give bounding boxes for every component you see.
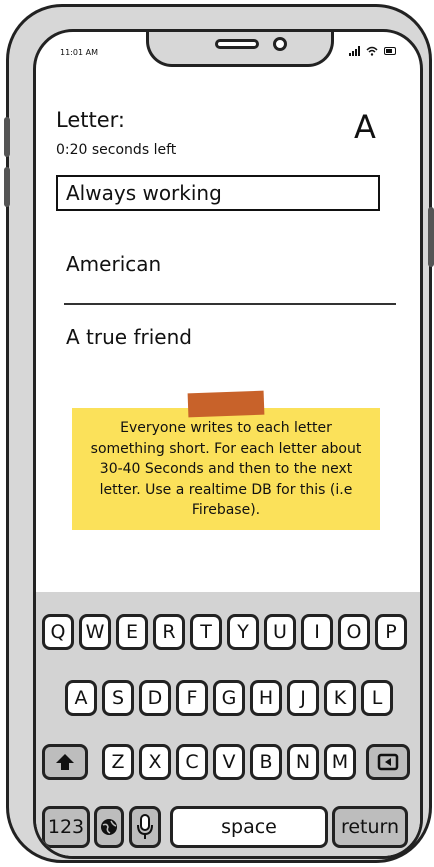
backspace-icon xyxy=(377,753,399,771)
key-k[interactable]: K xyxy=(324,680,356,716)
numbers-key[interactable]: 123 xyxy=(42,806,90,848)
key-g[interactable]: G xyxy=(213,680,245,716)
key-r[interactable]: R xyxy=(153,614,185,650)
wifi-icon xyxy=(366,46,378,56)
microphone-icon xyxy=(137,814,153,839)
key-n[interactable]: N xyxy=(287,744,319,780)
answer-input[interactable]: Always working xyxy=(56,175,380,211)
key-l[interactable]: L xyxy=(361,680,393,716)
shift-key[interactable] xyxy=(42,744,88,780)
shift-arrow-icon xyxy=(56,754,74,770)
answer-item: American xyxy=(66,252,162,276)
key-d[interactable]: D xyxy=(139,680,171,716)
key-o[interactable]: O xyxy=(338,614,370,650)
key-b[interactable]: B xyxy=(250,744,282,780)
status-icons xyxy=(349,46,396,56)
space-key[interactable]: space xyxy=(170,806,328,848)
key-f[interactable]: F xyxy=(176,680,208,716)
sticky-note: Everyone writes to each letter something… xyxy=(72,408,380,530)
key-z[interactable]: Z xyxy=(102,744,134,780)
key-w[interactable]: W xyxy=(79,614,111,650)
current-letter: A xyxy=(354,108,376,146)
signal-icon xyxy=(349,46,360,56)
key-s[interactable]: S xyxy=(102,680,134,716)
key-p[interactable]: P xyxy=(375,614,407,650)
countdown-timer: 0:20 seconds left xyxy=(56,142,177,158)
power-button xyxy=(428,207,434,267)
globe-icon xyxy=(101,819,117,835)
tape-strip xyxy=(187,390,265,418)
key-c[interactable]: C xyxy=(176,744,208,780)
letter-label: Letter: xyxy=(56,108,125,132)
key-q[interactable]: Q xyxy=(42,614,74,650)
battery-icon xyxy=(384,47,396,55)
phone-frame: 11:01 AM Letter: 0:20 seconds left A Alw… xyxy=(4,4,434,863)
notch xyxy=(146,32,334,67)
key-v[interactable]: V xyxy=(213,744,245,780)
keyboard: Q W E R T Y U I O P A S D F G H J K L Z … xyxy=(36,592,420,856)
key-a[interactable]: A xyxy=(65,680,97,716)
key-m[interactable]: M xyxy=(324,744,356,780)
key-x[interactable]: X xyxy=(139,744,171,780)
speaker-icon xyxy=(215,39,259,49)
screen: 11:01 AM Letter: 0:20 seconds left A Alw… xyxy=(33,29,423,859)
key-y[interactable]: Y xyxy=(227,614,259,650)
key-h[interactable]: H xyxy=(250,680,282,716)
volume-button xyxy=(4,167,10,207)
volume-button xyxy=(4,117,10,157)
key-i[interactable]: I xyxy=(301,614,333,650)
backspace-key[interactable] xyxy=(366,744,410,780)
key-e[interactable]: E xyxy=(116,614,148,650)
key-u[interactable]: U xyxy=(264,614,296,650)
key-t[interactable]: T xyxy=(190,614,222,650)
status-time: 11:01 AM xyxy=(60,48,98,57)
answer-item: A true friend xyxy=(66,325,192,349)
return-key[interactable]: return xyxy=(332,806,408,848)
divider xyxy=(64,303,396,305)
microphone-key[interactable] xyxy=(129,806,161,848)
camera-icon xyxy=(273,37,287,51)
key-j[interactable]: J xyxy=(287,680,319,716)
globe-key[interactable] xyxy=(94,806,124,848)
